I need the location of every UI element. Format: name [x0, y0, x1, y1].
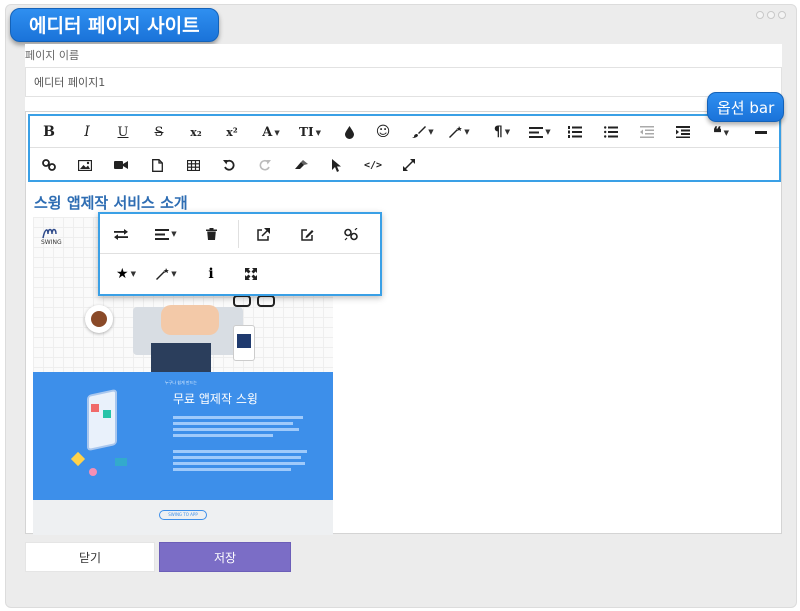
- isometric-phone-illustration: [69, 388, 139, 482]
- image-small-caption: 누구나 쉽게 만드는: [165, 380, 197, 385]
- editor-toolbar: B I U S x₂ x² A ▼ TI ▼ ☺ ▼ ▼ ¶ ▼ ▼ ❝ ▼ <…: [28, 114, 781, 182]
- image-logo-text: SWING: [41, 239, 62, 246]
- subscript-button[interactable]: x₂: [184, 120, 208, 144]
- rich-text-editor[interactable]: B I U S x₂ x² A ▼ TI ▼ ☺ ▼ ▼ ¶ ▼ ▼ ❝ ▼ <…: [25, 111, 782, 535]
- paragraph-button[interactable]: ¶ ▼: [488, 120, 516, 144]
- close-button[interactable]: 닫기: [25, 542, 155, 572]
- link-icon[interactable]: [38, 153, 60, 177]
- file-icon[interactable]: [146, 153, 168, 177]
- toolbar-row-2: </>: [30, 149, 779, 181]
- image-headline: 무료 앱제작 스윙: [173, 392, 258, 406]
- superscript-button[interactable]: x²: [220, 120, 244, 144]
- page-title: 에디터 페이지 사이트: [10, 8, 219, 42]
- window-controls: [756, 11, 786, 19]
- popover-row-1: ▼: [100, 214, 380, 254]
- popover-magic-wand-icon[interactable]: ▼: [150, 262, 182, 286]
- ink-drop-icon[interactable]: [338, 120, 360, 144]
- save-button[interactable]: 저장: [159, 542, 291, 572]
- font-size-glyph: TI: [299, 125, 314, 139]
- content-heading: 스윙 앱제작 서비스 소개: [34, 194, 188, 212]
- image-text-line: [173, 462, 305, 465]
- image-text-line: [173, 416, 303, 419]
- horizontal-rule-icon[interactable]: [750, 120, 772, 144]
- bold-button[interactable]: B: [38, 120, 60, 144]
- image-text-line: [173, 456, 301, 459]
- caret-down-icon: ▼: [274, 127, 280, 137]
- page-name-input[interactable]: [25, 67, 782, 97]
- font-family-button[interactable]: A ▼: [256, 120, 286, 144]
- cursor-icon[interactable]: [326, 153, 348, 177]
- image-text-line: [173, 468, 291, 471]
- page-name-label: 페이지 이름: [25, 49, 80, 62]
- blockquote-icon[interactable]: ❝ ▼: [706, 120, 736, 144]
- unordered-list-icon[interactable]: [600, 120, 622, 144]
- underline-button[interactable]: U: [112, 120, 134, 144]
- italic-button[interactable]: I: [76, 120, 98, 144]
- table-icon[interactable]: [182, 153, 204, 177]
- eraser-icon[interactable]: [290, 153, 312, 177]
- fullscreen-icon[interactable]: [398, 153, 420, 177]
- caret-down-icon: ▼: [171, 230, 177, 238]
- indent-icon[interactable]: [672, 120, 694, 144]
- image-text-line: [173, 450, 307, 453]
- swap-icon[interactable]: [110, 222, 132, 246]
- image-text-line: [173, 422, 293, 425]
- glasses-shape: [233, 295, 277, 309]
- trash-icon[interactable]: [200, 222, 222, 246]
- star-icon[interactable]: ★ ▼: [110, 262, 142, 286]
- brush-icon[interactable]: ▼: [408, 120, 438, 144]
- unlink-icon[interactable]: [340, 222, 362, 246]
- video-icon[interactable]: [110, 153, 132, 177]
- popover-row-2: ★ ▼ ▼ i: [100, 254, 380, 294]
- popover-divider: [238, 220, 239, 248]
- image-promo-section: 누구나 쉽게 만드는 무료 앱제작 스윙: [33, 372, 333, 500]
- image-text-line: [173, 434, 273, 437]
- outdent-icon[interactable]: [636, 120, 658, 144]
- strikethrough-button[interactable]: S: [148, 120, 170, 144]
- caret-down-icon: ▼: [171, 270, 177, 278]
- image-options-popover: ▼ ★ ▼ ▼ i: [98, 212, 382, 296]
- caret-down-icon: ▼: [428, 128, 434, 136]
- ordered-list-icon[interactable]: [564, 120, 586, 144]
- image-footer-button: SWING TO APP: [159, 510, 207, 520]
- align-button[interactable]: ▼: [524, 120, 556, 144]
- sleeves-shape: [151, 343, 211, 372]
- coffee-cup-icon: [85, 305, 113, 333]
- caret-down-icon: ▼: [315, 127, 321, 137]
- window-dot-icon[interactable]: [767, 11, 775, 19]
- caret-down-icon: ▼: [545, 128, 551, 136]
- caret-down-icon: ▼: [130, 270, 136, 278]
- redo-icon[interactable]: [254, 153, 276, 177]
- popover-align-button[interactable]: ▼: [150, 222, 182, 246]
- image-text-line: [173, 428, 299, 431]
- emoji-icon[interactable]: ☺: [372, 120, 394, 144]
- font-family-glyph: A: [262, 124, 273, 140]
- undo-icon[interactable]: [218, 153, 240, 177]
- font-size-button[interactable]: TI ▼: [294, 120, 326, 144]
- caret-down-icon: ▼: [504, 128, 511, 136]
- external-link-icon[interactable]: [252, 222, 274, 246]
- info-icon[interactable]: i: [200, 262, 222, 286]
- caret-down-icon: ▼: [464, 128, 470, 136]
- phone-shape: [233, 325, 255, 361]
- magic-wand-icon[interactable]: ▼: [444, 120, 474, 144]
- code-view-icon[interactable]: </>: [362, 153, 384, 177]
- hands-shape: [161, 305, 219, 335]
- toolbar-row-1: B I U S x₂ x² A ▼ TI ▼ ☺ ▼ ▼ ¶ ▼ ▼ ❝ ▼: [30, 116, 779, 148]
- edit-link-icon[interactable]: [296, 222, 318, 246]
- caret-down-icon: ▼: [723, 127, 729, 137]
- expand-icon[interactable]: [240, 262, 262, 286]
- options-bar-badge: 옵션 bar: [707, 92, 785, 122]
- image-footer-section: SWING TO APP: [33, 500, 333, 535]
- window-dot-icon[interactable]: [756, 11, 764, 19]
- window-dot-icon[interactable]: [778, 11, 786, 19]
- image-icon[interactable]: [74, 153, 96, 177]
